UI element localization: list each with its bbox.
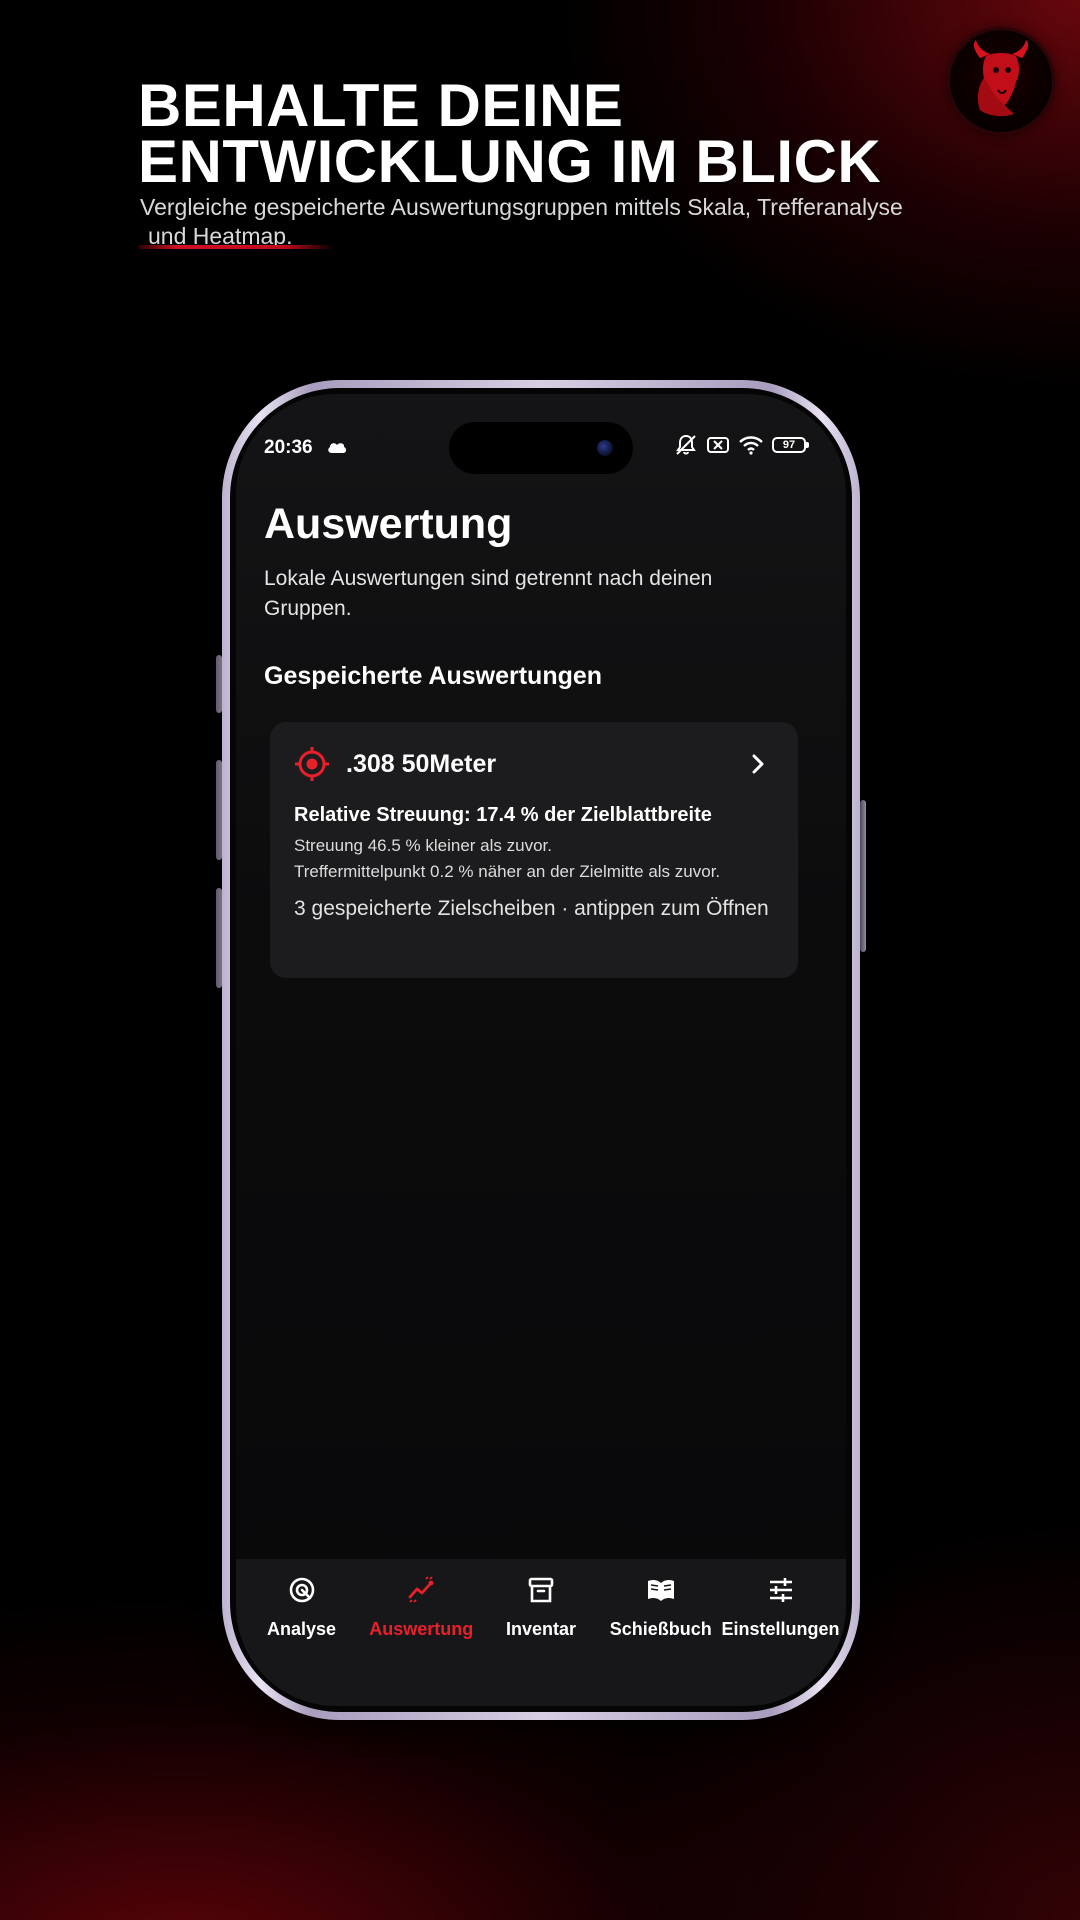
status-icons: 97 <box>674 434 809 456</box>
promo-headline: BEHALTE DEINE ENTWICKLUNG IM BLICK <box>138 72 958 195</box>
saved-evaluation-card[interactable]: .308 50Meter Relative Streuung: 17.4 % d… <box>270 722 798 978</box>
nav-label-auswertung: Auswertung <box>369 1619 474 1639</box>
nav-label-analyse: Analyse <box>266 1619 337 1639</box>
promo-subline-line1: Vergleiche gespeicherte Auswertungsgrupp… <box>140 194 903 220</box>
nav-item-auswertung[interactable]: Auswertung <box>362 1559 481 1706</box>
nav-item-einstellungen[interactable]: Einstellungen <box>721 1559 840 1706</box>
card-title: .308 50Meter <box>346 750 497 778</box>
card-dispersion-headline: Relative Streuung: 17.4 % der Zielblattb… <box>294 804 712 826</box>
nav-label-einstellungen: Einstellungen <box>721 1619 840 1639</box>
promo-headline-line1: BEHALTE DEINE <box>138 72 624 139</box>
nav-item-inventar[interactable]: Inventar <box>482 1559 601 1706</box>
promo-page: BEHALTE DEINE ENTWICKLUNG IM BLICK Vergl… <box>0 0 1080 1920</box>
app-screen: 20:36 97 Auswertung Lokale Auswertungen … <box>236 394 846 1706</box>
archive-box-icon <box>528 1577 554 1603</box>
promo-headline-line2: ENTWICKLUNG IM BLICK <box>138 128 882 195</box>
nav-item-analyse[interactable]: Analyse <box>242 1559 361 1706</box>
status-time: 20:36 <box>264 437 313 458</box>
target-icon <box>289 1577 314 1603</box>
section-title: Gespeicherte Auswertungen <box>264 662 603 690</box>
chevron-right-icon[interactable] <box>748 752 768 776</box>
open-book-icon <box>647 1579 674 1601</box>
sliders-icon <box>769 1578 792 1602</box>
battery-icon: 97 <box>772 437 809 453</box>
page-title: Auswertung <box>264 500 513 548</box>
promo-underline <box>138 245 334 249</box>
bottom-navigation: Analyse Auswertung Inventar Schießbuch E… <box>236 1559 846 1706</box>
page-description: Lokale Auswertungen sind getrennt nach d… <box>264 567 713 620</box>
card-dispersion-change: Streuung 46.5 % kleiner als zuvor. <box>294 836 552 855</box>
dynamic-island <box>449 422 633 474</box>
sim-off-icon <box>707 437 729 453</box>
crosshair-icon <box>295 747 329 781</box>
nav-item-schiessbuch[interactable]: Schießbuch <box>601 1559 720 1706</box>
cloud-icon <box>328 443 347 453</box>
nav-label-inventar: Inventar <box>505 1619 577 1639</box>
phone-power-button <box>860 800 866 952</box>
camera-icon <box>597 440 613 456</box>
muted-bell-icon <box>676 434 696 455</box>
promo-subline: Vergleiche gespeicherte Auswertungsgrupp… <box>140 193 960 251</box>
nav-label-schiessbuch: Schießbuch <box>609 1619 712 1639</box>
bull-head-icon <box>950 30 1052 132</box>
wifi-icon <box>739 436 763 455</box>
card-footer: 3 gespeicherte Zielscheiben · antippen z… <box>294 897 769 920</box>
card-center-change: Treffermittelpunkt 0.2 % näher an der Zi… <box>294 862 721 881</box>
chart-trend-icon <box>408 1576 434 1603</box>
